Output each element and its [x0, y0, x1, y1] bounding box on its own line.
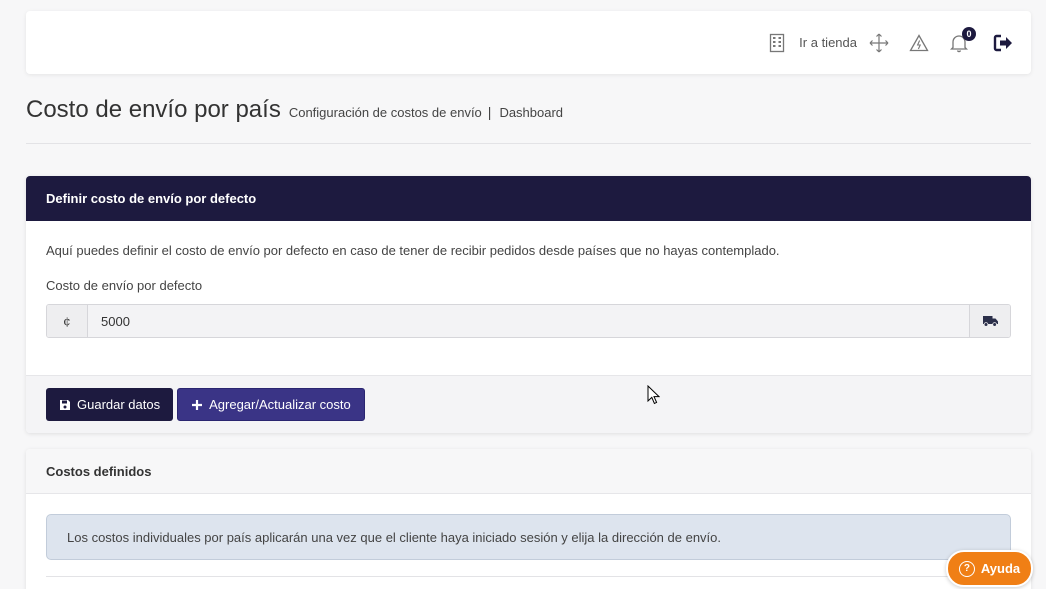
default-cost-label: Costo de envío por defecto	[46, 278, 203, 293]
card-header: Definir costo de envío por defecto	[26, 176, 1031, 221]
save-button[interactable]: Guardar datos	[46, 388, 174, 421]
expand-arrows-icon[interactable]	[869, 33, 889, 53]
building-icon	[767, 33, 787, 53]
plus-icon	[192, 399, 203, 410]
mouse-cursor	[647, 384, 661, 410]
default-cost-input[interactable]	[88, 305, 969, 337]
breadcrumb-dashboard[interactable]: Dashboard	[499, 105, 563, 120]
defined-costs-header: Costos definidos	[26, 449, 1031, 494]
divider	[46, 576, 1011, 577]
question-circle-icon: ?	[958, 560, 975, 577]
card-body: Aquí puedes definir el costo de envío po…	[26, 243, 1031, 338]
top-navbar: Ir a tienda 0	[26, 11, 1031, 74]
help-button[interactable]: ? Ayuda	[946, 550, 1033, 587]
notifications-badge: 0	[962, 26, 976, 41]
page-header: Costo de envío por país Configuración de…	[26, 96, 1031, 144]
breadcrumb-separator: |	[487, 104, 492, 120]
help-button-label: Ayuda	[980, 561, 1021, 576]
save-button-label: Guardar datos	[77, 397, 161, 412]
defined-costs-card: Costos definidos Los costos individuales…	[26, 449, 1031, 589]
card-footer: Guardar datos Agregar/Actualizar costo	[26, 375, 1031, 433]
default-shipping-cost-card: Definir costo de envío por defecto Aquí …	[26, 176, 1031, 433]
truck-icon	[969, 305, 1010, 337]
warning-icon[interactable]	[909, 33, 929, 53]
save-icon	[60, 399, 70, 410]
logout-icon[interactable]	[993, 33, 1013, 53]
notifications-button[interactable]: 0	[949, 26, 976, 53]
store-link[interactable]: Ir a tienda	[767, 33, 857, 53]
page-title: Costo de envío por país	[26, 96, 281, 123]
add-update-cost-label: Agregar/Actualizar costo	[209, 397, 351, 412]
currency-prefix: ¢	[47, 305, 88, 337]
page-subtitle: Configuración de costos de envío	[288, 105, 482, 120]
default-cost-input-group: ¢	[46, 304, 1011, 338]
card-description: Aquí puedes definir el costo de envío po…	[46, 243, 780, 258]
store-link-label[interactable]: Ir a tienda	[799, 35, 857, 50]
add-update-cost-button[interactable]: Agregar/Actualizar costo	[177, 388, 365, 421]
info-alert: Los costos individuales por país aplicar…	[46, 514, 1011, 560]
navbar-actions: Ir a tienda 0	[767, 11, 1013, 74]
